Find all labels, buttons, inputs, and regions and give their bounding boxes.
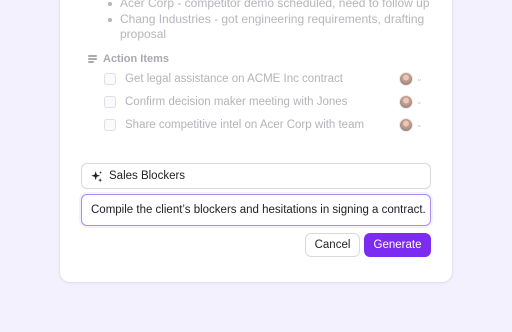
assignee-picker[interactable]: ⌄ — [399, 72, 423, 86]
action-item-label: Get legal assistance on ACME Inc contrac… — [125, 73, 343, 85]
chevron-down-icon: ⌄ — [416, 120, 423, 129]
prompt-input[interactable]: Compile the client’s blockers and hesita… — [81, 194, 431, 226]
assignee-picker[interactable]: ⌄ — [399, 95, 423, 109]
prompt-title-field[interactable]: Sales Blockers — [81, 163, 431, 189]
action-item-label: Share competitive intel on Acer Corp wit… — [125, 119, 365, 131]
generate-button[interactable]: Generate — [364, 233, 431, 257]
avatar — [399, 118, 413, 132]
action-item: Share competitive intel on Acer Corp wit… — [104, 116, 426, 134]
chevron-down-icon: ⌄ — [416, 97, 423, 106]
action-item: Confirm decision maker meeting with Jone… — [104, 93, 426, 111]
lines-icon — [88, 55, 97, 63]
avatar — [399, 72, 413, 86]
notes-bullet: Acer Corp - competitor demo scheduled, n… — [105, 0, 435, 12]
action-item-label: Confirm decision maker meeting with Jone… — [125, 96, 348, 108]
cancel-button[interactable]: Cancel — [305, 233, 360, 257]
action-item-checkbox[interactable] — [104, 73, 116, 85]
action-item: Get legal assistance on ACME Inc contrac… — [104, 70, 426, 88]
action-item-checkbox[interactable] — [104, 96, 116, 108]
action-items-heading: Action Items — [88, 53, 169, 65]
avatar — [399, 95, 413, 109]
action-items-heading-label: Action Items — [103, 53, 170, 65]
chevron-down-icon: ⌄ — [416, 74, 423, 83]
notes-bullet-list: Acer Corp - competitor demo scheduled, n… — [105, 0, 435, 43]
action-item-checkbox[interactable] — [104, 119, 116, 131]
notes-bullet: Chang Industries - got engineering requi… — [105, 12, 435, 43]
sparkle-icon — [91, 170, 103, 182]
assignee-picker[interactable]: ⌄ — [399, 118, 423, 132]
prompt-title-text: Sales Blockers — [109, 170, 186, 182]
